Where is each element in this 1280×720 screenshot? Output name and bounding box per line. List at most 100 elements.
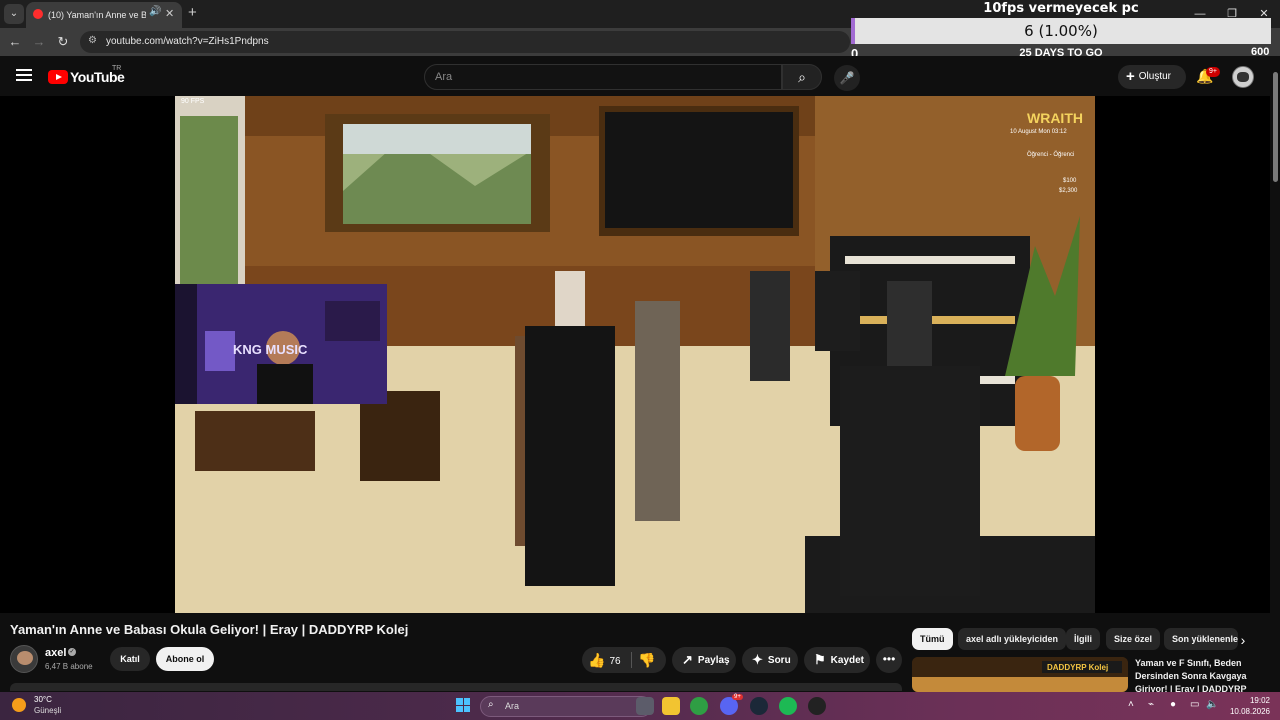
subscriber-count: 6,47 B abone	[45, 662, 93, 671]
hud-cash: $100	[1063, 178, 1077, 184]
taskbar-search[interactable]: ⌕ Ara	[480, 696, 652, 717]
bookmark-icon: ⚑	[814, 652, 826, 667]
mic-tray-icon[interactable]: ●	[1170, 699, 1176, 710]
ask-button[interactable]: ✦ Soru	[742, 647, 798, 673]
chip-uploader[interactable]: axel adlı yükleyiciden	[958, 628, 1067, 650]
taskbar-search-text: Ara	[505, 701, 520, 711]
scrollbar-thumb[interactable]	[1273, 72, 1278, 182]
address-bar[interactable]: ⚙ youtube.com/watch?v=ZiHs1Pndpns	[80, 31, 850, 53]
weather-description: Güneşli	[34, 706, 62, 715]
clock-time: 19:02	[1249, 696, 1270, 705]
hud-date: 10 August Mon 03:12	[1010, 129, 1067, 135]
verified-icon: ✓	[68, 648, 76, 656]
network-icon[interactable]: ⌁	[1148, 699, 1154, 710]
webcam-sign: KNG MUSIC	[233, 342, 308, 357]
like-divider	[631, 652, 632, 668]
browser-tab[interactable]: (10) Yaman'ın Anne ve Babası 🔊 ✕	[26, 2, 182, 28]
task-view-icon[interactable]	[636, 697, 654, 715]
search-box	[424, 64, 782, 90]
windows-taskbar: 30°C Güneşli ⌕ Ara 9+ ˄ ⌁ ● ▭ 🔈 19:02 10…	[0, 692, 1280, 720]
channel-name[interactable]: axel	[45, 647, 66, 659]
page-scrollbar[interactable]	[1270, 56, 1280, 692]
chip-recent[interactable]: Son yüklenenler	[1164, 628, 1238, 650]
share-label: Paylaş	[697, 655, 730, 666]
hud-bank: $2,300	[1059, 188, 1078, 194]
like-dislike-group: 👍 76 👎	[582, 647, 666, 673]
goal-progress-bar: 6 (1.00%)	[851, 18, 1271, 44]
recommended-title[interactable]: Yaman ve F Sınıfı, Beden Dersinden Sonra…	[1135, 657, 1265, 693]
stream-goal-overlay: 10fps vermeyecek pc 6 (1.00%) 0 25 DAYS …	[851, 0, 1280, 62]
goal-progress-text: 6 (1.00%)	[1024, 22, 1098, 40]
url-text: youtube.com/watch?v=ZiHs1Pndpns	[106, 36, 269, 47]
tab-search-button[interactable]: ⌄	[4, 4, 24, 24]
thumbnail-text: DADDYRP Kolej	[1047, 663, 1108, 672]
back-icon[interactable]: ←	[6, 33, 24, 51]
sun-icon[interactable]	[12, 698, 26, 712]
like-count: 76	[609, 656, 621, 667]
volume-icon[interactable]: 🔈	[1206, 699, 1218, 710]
video-title: Yaman'ın Anne ve Babası Okula Geliyor! |…	[10, 622, 409, 637]
search-icon[interactable]: ⌕	[782, 64, 822, 90]
search-input[interactable]	[435, 71, 765, 83]
chrome-icon[interactable]	[690, 697, 708, 715]
chip-all[interactable]: Tümü	[912, 628, 953, 650]
save-button[interactable]: ⚑ Kaydet	[804, 647, 870, 673]
recommended-thumbnail[interactable]: DADDYRP Kolej	[912, 657, 1128, 692]
spotify-icon[interactable]	[779, 697, 797, 715]
tab-close-icon[interactable]: ✕	[165, 7, 174, 20]
chip-related[interactable]: İlgili	[1066, 628, 1100, 650]
country-code: TR	[112, 65, 122, 72]
speaker-icon[interactable]: 🔊	[149, 6, 161, 17]
hud-job: Öğrenci - Öğrenci	[1027, 151, 1074, 158]
sparkle-icon: ✦	[752, 652, 763, 667]
discord-badge: 9+	[732, 694, 743, 700]
microphone-icon[interactable]: 🎤	[834, 65, 860, 91]
menu-icon[interactable]	[16, 69, 32, 82]
hud-brand: WRAITH	[1027, 110, 1083, 126]
create-button[interactable]: + Oluştur	[1118, 65, 1186, 89]
display-icon[interactable]: ▭	[1190, 699, 1199, 710]
youtube-play-icon	[48, 70, 68, 84]
tray-chevron-icon[interactable]: ˄	[1128, 699, 1134, 710]
video-frame: 90 FPS WRAITH 10 August Mon 03:12 Öğrenc…	[175, 96, 1095, 613]
goal-label: 10fps vermeyecek pc	[983, 1, 1139, 16]
steam-icon[interactable]	[750, 697, 768, 715]
account-avatar[interactable]	[1232, 66, 1254, 88]
create-label: Oluştur	[1138, 71, 1171, 82]
notifications-badge: 9+	[1206, 67, 1220, 77]
screen: ⌄ (10) Yaman'ın Anne ve Babası 🔊 ✕ + — ❐…	[0, 0, 1280, 720]
forward-icon[interactable]: →	[30, 33, 48, 51]
site-info-icon[interactable]: ⚙	[88, 35, 97, 46]
share-icon: ↗	[682, 652, 693, 667]
new-tab-icon[interactable]: +	[188, 4, 197, 21]
thumbs-down-icon[interactable]: 👎	[638, 647, 655, 673]
join-button[interactable]: Katıl	[110, 647, 150, 671]
chip-for-you[interactable]: Size özel	[1106, 628, 1161, 650]
ask-label: Soru	[767, 655, 791, 666]
file-explorer-icon[interactable]	[662, 697, 680, 715]
save-label: Kaydet	[830, 655, 865, 666]
reload-icon[interactable]: ↻	[54, 33, 72, 51]
channel-avatar[interactable]	[10, 645, 38, 673]
weather-temperature: 30°C	[34, 695, 52, 704]
clock-date: 10.08.2026	[1229, 707, 1270, 716]
subscribe-button[interactable]: Abone ol	[156, 647, 214, 671]
share-button[interactable]: ↗ Paylaş	[672, 647, 736, 673]
windows-start-icon[interactable]	[456, 698, 470, 712]
video-player[interactable]: 90 FPS WRAITH 10 August Mon 03:12 Öğrenc…	[175, 96, 1095, 613]
tab-title: (10) Yaman'ın Anne ve Babası	[48, 10, 146, 20]
youtube-masthead: YouTube TR ⌕ 🎤 +Oluştur 🔔 9+	[0, 56, 1280, 96]
more-actions-icon[interactable]: •••	[876, 647, 902, 673]
thumbs-up-icon: 👍	[588, 652, 606, 668]
fps-counter: 90 FPS	[181, 98, 205, 105]
clock[interactable]: 19:02 10.08.2026	[1222, 695, 1270, 717]
plus-icon: +	[1126, 68, 1135, 85]
search-icon: ⌕	[488, 699, 494, 710]
youtube-logo[interactable]: YouTube TR	[48, 65, 125, 85]
like-button[interactable]: 👍 76	[588, 647, 621, 673]
thumbnail-art: DADDYRP Kolej	[912, 657, 1128, 692]
youtube-favicon-icon	[33, 9, 43, 19]
chevron-right-icon[interactable]: ›	[1232, 629, 1254, 651]
description-box[interactable]	[10, 683, 902, 691]
obs-icon[interactable]	[808, 697, 826, 715]
